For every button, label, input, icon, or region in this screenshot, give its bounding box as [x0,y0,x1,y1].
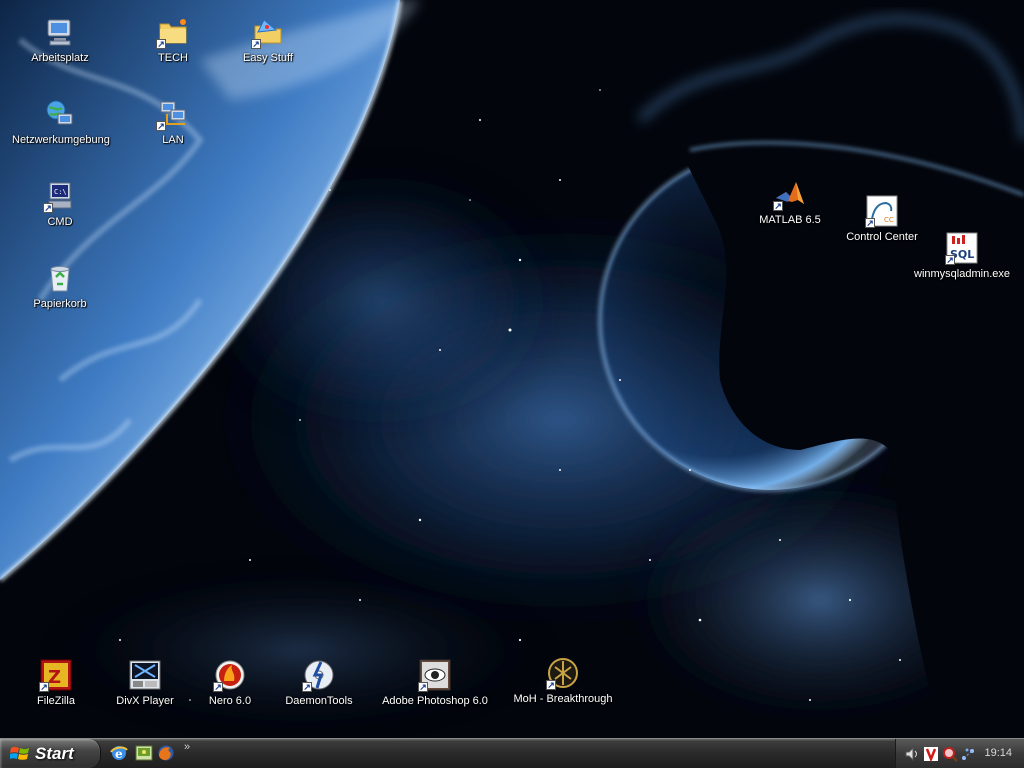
search-icon[interactable] [942,746,958,762]
taskbar: Start e » 19:14 [0,738,1024,768]
shortcut-arrow-icon: ↗ [39,682,49,692]
svg-text:CC: CC [884,216,894,224]
daemon-tools-icon: ↗ [302,659,335,692]
volume-icon[interactable] [904,746,920,762]
shortcut-arrow-icon: ↗ [213,682,223,692]
desktop-icon-nero[interactable]: ↗ Nero 6.0 [182,659,278,708]
divx-player-icon [129,659,161,691]
shortcut-arrow-icon: ↗ [773,201,783,211]
clock: 19:14 [984,747,1012,759]
desktop-icon-easy-stuff[interactable]: ↗ Easy Stuff [220,16,316,65]
shortcut-arrow-icon: ↗ [156,121,166,131]
desktop-icon-label: DaemonTools [285,695,353,707]
desktop-icon-moh-breakthrough[interactable]: ↗ MoH - Breakthrough [503,657,623,706]
svg-text:Z: Z [48,667,61,688]
my-computer-icon [44,16,76,48]
network-icon[interactable] [960,746,976,762]
desktop-icon-label: DivX Player [116,695,174,707]
desktop-icon-label: Papierkorb [33,298,87,310]
show-desktop-icon[interactable] [135,744,153,762]
firefox-icon[interactable] [157,744,175,762]
quick-launch-chevron[interactable]: » [184,741,190,753]
nero-icon: ↗ [213,659,246,692]
desktop-icon-divx-player[interactable]: DivX Player [97,659,193,708]
desktop-icon-label: MATLAB 6.5 [759,214,821,226]
moh-breakthrough-icon: ↗ [546,657,579,690]
desktop-icon-label: LAN [162,134,184,146]
photoshop-icon: ↗ [418,659,451,692]
desktop-icon-label: Nero 6.0 [208,695,252,707]
desktop-icon-label: FileZilla [37,695,75,707]
filezilla-icon: Z ↗ [39,659,72,692]
desktop-icon-label: CMD [47,216,73,228]
mysql-admin-icon: SQL ↗ [945,232,978,265]
lan-connection-icon: ↗ [156,98,189,131]
windows-logo-icon [10,746,29,760]
desktop-icon-label: winmysqladmin.exe [914,268,1010,280]
matlab-icon: ↗ [773,178,806,211]
shortcut-arrow-icon: ↗ [156,39,166,49]
desktop-icon-filezilla[interactable]: Z ↗ FileZilla [8,659,104,708]
shared-folder-icon: ↗ [251,16,284,49]
shortcut-arrow-icon: ↗ [865,218,875,228]
command-prompt-icon: C:\ ↗ [43,180,76,213]
desktop-icon-cmd[interactable]: C:\ ↗ CMD [12,180,108,229]
shortcut-arrow-icon: ↗ [945,255,955,265]
antivirus-icon[interactable] [923,746,939,762]
network-places-icon [44,98,76,130]
desktop-icon-label: MoH - Breakthrough [513,693,613,705]
system-tray: 19:14 [895,739,1024,768]
folder-icon: ↗ [156,16,189,49]
mysql-control-center-icon: CC ↗ [865,195,898,228]
internet-explorer-icon[interactable]: e [110,744,128,762]
shortcut-arrow-icon: ↗ [418,682,428,692]
desktop-icon-arbeitsplatz[interactable]: Arbeitsplatz [12,16,108,65]
desktop-icon-papierkorb[interactable]: Papierkorb [12,262,108,311]
shortcut-arrow-icon: ↗ [43,203,53,213]
shortcut-arrow-icon: ↗ [546,680,556,690]
recycle-bin-icon [44,262,76,294]
desktop-icon-tech[interactable]: ↗ TECH [125,16,221,65]
desktop-icon-label: Easy Stuff [243,52,293,64]
desktop-icon-winmysqladmin[interactable]: SQL ↗ winmysqladmin.exe [914,232,1010,281]
desktop-icon-matlab[interactable]: ↗ MATLAB 6.5 [742,178,838,227]
start-label: Start [35,743,74,763]
shortcut-arrow-icon: ↗ [302,682,312,692]
desktop-icon-daemon-tools[interactable]: ↗ DaemonTools [271,659,367,708]
desktop-icon-label: Adobe Photoshop 6.0 [382,695,488,707]
desktop-icon-label: TECH [158,52,188,64]
desktop-icon-label: Netzwerkumgebung [12,134,110,146]
desktop-icon-adobe-photoshop[interactable]: ↗ Adobe Photoshop 6.0 [373,659,497,708]
desktop-icon-netzwerkumgebung[interactable]: Netzwerkumgebung [12,98,110,147]
start-button[interactable]: Start [0,739,101,768]
svg-text:C:\: C:\ [54,188,67,196]
desktop-icon-lan[interactable]: ↗ LAN [125,98,221,147]
shortcut-arrow-icon: ↗ [251,39,261,49]
desktop-icon-label: Arbeitsplatz [31,52,89,64]
